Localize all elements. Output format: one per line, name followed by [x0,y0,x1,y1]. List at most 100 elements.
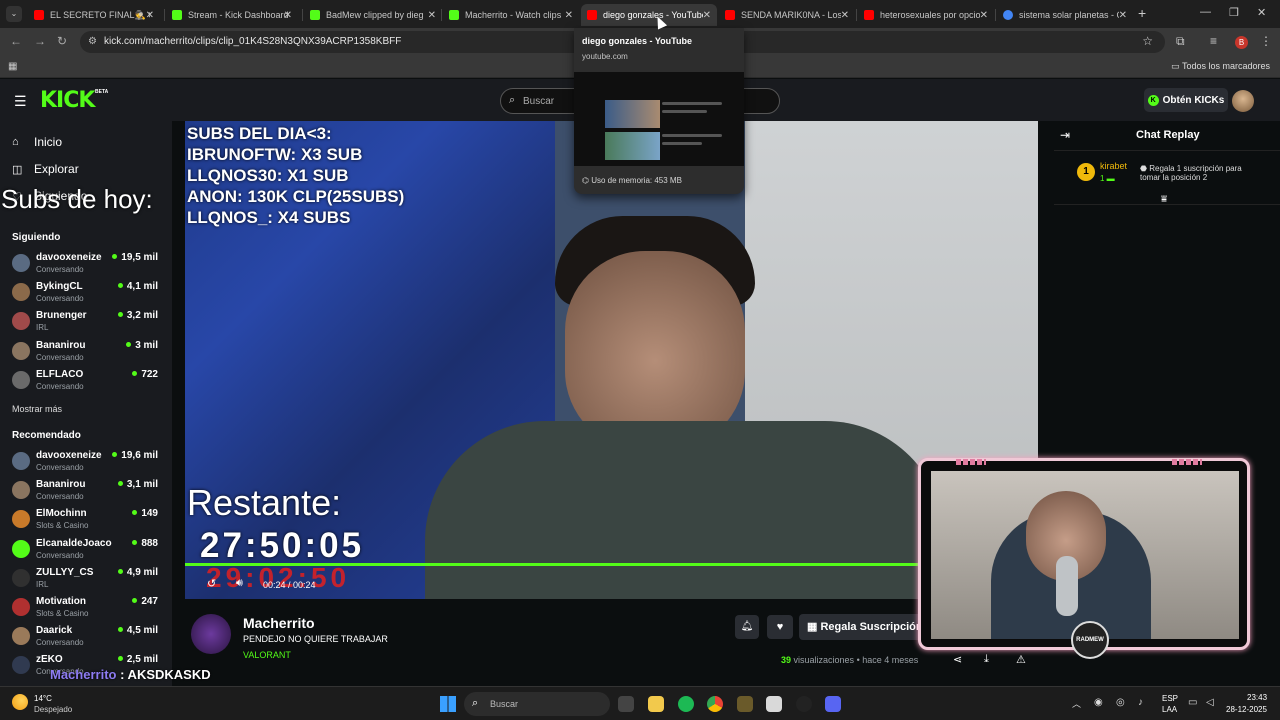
weather-sun-icon[interactable] [12,694,28,710]
tray-app-icon[interactable]: ◎ [1116,697,1125,708]
close-icon[interactable]: ✕ [703,10,711,21]
apps-icon[interactable]: ▦ [8,61,17,72]
app-icon[interactable] [766,696,782,712]
thumbnail-line [662,142,702,145]
minimize-icon[interactable]: — [1200,6,1211,18]
video-progress-bar[interactable] [185,563,920,566]
channel-row[interactable]: Daarick Conversando 4,5 mil [12,625,162,651]
menu-icon[interactable]: ⋮ [1260,34,1272,48]
all-bookmarks-button[interactable]: ▭ Todos los marcadores [1171,61,1270,72]
channel-row[interactable]: Motivation Slots & Casino 247 [12,596,162,622]
microphone-icon[interactable]: ♪ [1138,697,1143,708]
user-avatar[interactable] [1232,90,1254,112]
tab-macherrito-clips[interactable]: Macherrito - Watch clips ✕ [443,4,579,26]
extensions-icon[interactable]: ⧉ [1176,34,1185,49]
channel-row[interactable]: Bananirou Conversando 3,1 mil [12,479,162,505]
gift-subscription-button[interactable]: ▦ Regala Suscripción [799,614,924,640]
close-icon[interactable]: ✕ [841,10,849,21]
share-icon[interactable]: ⋖ [953,653,962,666]
close-icon[interactable]: ✕ [284,10,292,21]
get-kicks-button[interactable]: K Obtén KICKs [1144,88,1228,112]
tab-sistema-solar[interactable]: sistema solar planetas - G ✕ [997,4,1133,26]
volume-icon[interactable]: ◁ [1206,697,1214,708]
new-tab-button[interactable]: + [1138,5,1146,21]
clip-category[interactable]: VALORANT [243,650,291,660]
keyboard-language[interactable]: ESP [1162,694,1178,703]
channel-avatar[interactable] [191,614,231,654]
notifications-button[interactable]: 🔔︎ [735,615,759,639]
gift-leaderboard-cta[interactable]: ⬣ Regala 1 suscripción para tomar la pos… [1140,164,1260,182]
tab-badmew-clip[interactable]: BadMew clipped by dieg ✕ [304,4,442,26]
hamburger-menu-icon[interactable]: ☰ [14,93,27,110]
site-info-icon[interactable]: ⚙ [88,36,97,47]
channel-category: Slots & Casino [36,609,89,618]
app-icon[interactable] [796,696,812,712]
channel-name: Brunenger [36,310,87,322]
kick-logo[interactable]: KICK [40,88,95,113]
subs-line: IBRUNOFTW: X3 SUB [187,145,363,164]
replay-icon[interactable]: ↺ [207,577,216,590]
tray-overflow-icon[interactable]: ︿ [1072,697,1081,710]
channel-row[interactable]: davooxeneize Conversando 19,5 mil [12,252,162,278]
close-icon[interactable]: ✕ [1119,10,1127,21]
channel-row[interactable]: ElcanaldeJoaco Conversando 888 [12,538,162,564]
tab-search-button[interactable]: ⌄ [6,6,22,22]
media-icon[interactable]: ≡ [1210,34,1217,48]
forward-icon[interactable]: → [34,34,46,48]
viewer-count-value: 4,1 mil [126,281,158,293]
download-icon[interactable]: ⤓ [984,653,989,666]
profile-avatar[interactable]: B [1235,36,1248,49]
restore-icon[interactable]: ❐ [1229,6,1239,19]
channel-row[interactable]: Bananirou Conversando 3 mil [12,340,162,366]
close-icon[interactable]: ✕ [980,10,988,21]
close-icon[interactable]: ✕ [146,10,154,21]
close-icon[interactable]: ✕ [565,10,573,21]
tab-senda-marikona[interactable]: SENDA MARIK0NA - Los ✕ [719,4,855,26]
nav-home[interactable]: ⌂ Inicio [12,135,62,149]
tray-app-icon[interactable]: ◉ [1094,697,1103,708]
viewer-count-value: 19,6 mil [121,450,158,461]
channel-name[interactable]: Macherrito [243,615,315,631]
bookmark-star-icon[interactable]: ☆ [1142,34,1153,48]
channel-row[interactable]: ElMochinn Slots & Casino 149 [12,508,162,534]
weather-description: Despejado [34,705,73,714]
gifter-username[interactable]: kirabet [1100,161,1127,171]
tab-el-secreto-final[interactable]: EL SECRETO FINAL🕵️ Caj✕ [28,4,160,26]
spotify-icon[interactable] [678,696,694,712]
taskbar-date[interactable]: 28-12-2025 [1226,705,1267,714]
follow-button[interactable]: ♥ [767,615,793,639]
windows-start-icon[interactable] [440,696,456,712]
channel-row[interactable]: davooxeneize Conversando 19,6 mil [12,450,162,476]
channel-row[interactable]: BykingCL Conversando 4,1 mil [12,281,162,307]
viewer-count: 888 [132,538,158,549]
task-view-icon[interactable] [618,696,634,712]
channel-row[interactable]: ZULLYY_CS IRL 4,9 mil [12,567,162,593]
keyboard-layout[interactable]: LAA [1162,705,1177,714]
remaining-label: Restante: [187,482,342,523]
chat-divider-2 [1054,204,1280,205]
taskbar-search[interactable]: ⌕ Buscar [464,692,610,716]
tab-heterosexuales[interactable]: heterosexuales por opcio ✕ [858,4,994,26]
tab-diego-gonzales-youtube[interactable]: diego gonzales - YouTube ✕ [581,4,717,26]
chrome-icon[interactable] [707,696,723,712]
collapse-chat-icon[interactable]: ⇥ [1060,128,1070,142]
back-icon[interactable]: ← [10,34,22,48]
nav-explore[interactable]: ◫ Explorar [12,162,79,176]
show-more-link[interactable]: Mostrar más [12,404,62,414]
channel-category: IRL [36,579,49,589]
close-window-icon[interactable]: ✕ [1257,6,1266,19]
discord-icon[interactable] [825,696,841,712]
channel-row[interactable]: Brunenger IRL 3,2 mil [12,310,162,336]
channel-avatar [12,627,30,646]
channel-row[interactable]: ELFLACO Conversando 722 [12,369,162,395]
volume-icon[interactable]: 🔊︎ [236,577,243,590]
tab-kick-dashboard[interactable]: Stream - Kick Dashboard ✕ [166,4,298,26]
app-icon[interactable] [737,696,753,712]
reload-icon[interactable]: ↻ [57,34,67,48]
file-explorer-icon[interactable] [648,696,664,712]
network-icon[interactable]: ▭ [1188,697,1197,708]
report-icon[interactable]: ⚠ [1016,653,1026,666]
taskbar-clock[interactable]: 23:43 [1247,693,1267,702]
close-icon[interactable]: ✕ [428,10,436,21]
tab-title: BadMew clipped by dieg [326,10,424,20]
